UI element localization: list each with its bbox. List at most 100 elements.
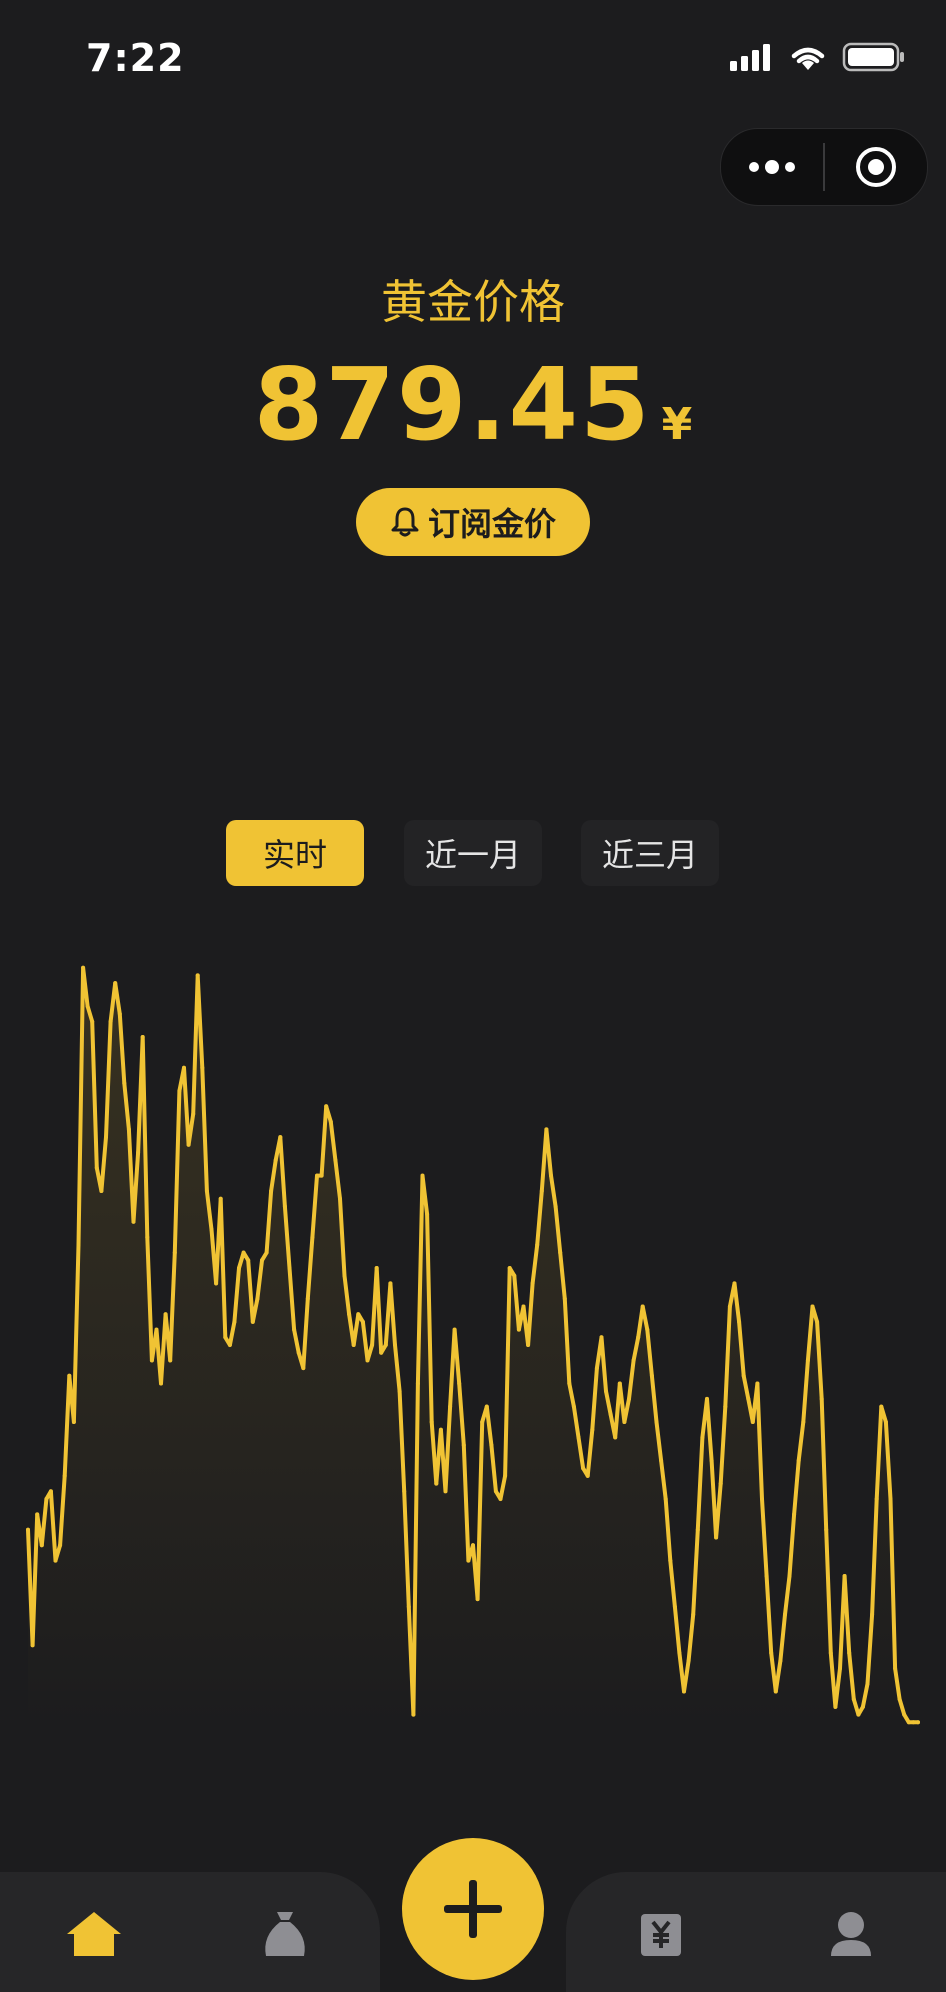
chart-point [535, 1242, 540, 1247]
chart-point [714, 1535, 719, 1540]
chart-point [452, 1327, 457, 1332]
chart-point [388, 1281, 393, 1286]
home-icon[interactable] [64, 1910, 124, 1956]
chart-point [131, 1219, 136, 1224]
chart-point [649, 1373, 654, 1378]
more-button[interactable] [721, 129, 823, 205]
chart-point [604, 1389, 608, 1394]
subscribe-button[interactable]: 订阅金价 [356, 488, 590, 556]
chart-point [838, 1666, 842, 1671]
chart-point [764, 1574, 769, 1578]
chart-point [223, 1335, 228, 1340]
user-icon[interactable] [828, 1910, 874, 1956]
chart-point [122, 1081, 127, 1086]
chart-point [750, 1420, 755, 1424]
chart-point [636, 1335, 641, 1340]
chart-point [209, 1227, 214, 1232]
chart-point [406, 1604, 411, 1609]
chart-point [333, 1158, 338, 1163]
chart-point [71, 1420, 76, 1424]
chart-point [805, 1358, 810, 1363]
chart-point [200, 1065, 205, 1070]
chart-point [420, 1173, 425, 1178]
chart-point [58, 1543, 63, 1548]
chart-point [438, 1427, 443, 1432]
tab-realtime[interactable]: 实时 [226, 820, 364, 886]
chart-point [159, 1381, 163, 1386]
chart-point [461, 1443, 466, 1448]
chart-point [35, 1512, 40, 1517]
chart-point [787, 1574, 792, 1578]
chart-point [204, 1189, 209, 1193]
chart-point [94, 1165, 99, 1170]
chart-point [801, 1420, 806, 1424]
chart-point [172, 1250, 177, 1255]
chart-point [393, 1343, 397, 1347]
chart-point [860, 1704, 865, 1709]
chart-point [186, 1142, 191, 1147]
chart-point [695, 1527, 700, 1532]
chart-point [360, 1319, 365, 1324]
chart-point [39, 1543, 44, 1548]
chart-point [466, 1558, 471, 1563]
chart-point [539, 1189, 544, 1193]
chart-point [287, 1266, 292, 1270]
chart-point [617, 1381, 622, 1386]
nav-left-panel [0, 1872, 380, 1992]
chart-point [544, 1127, 549, 1132]
tab-last-month[interactable]: 近一月 [404, 820, 542, 886]
chart-point [273, 1158, 278, 1163]
chart-point [163, 1312, 168, 1317]
chart-point [581, 1466, 586, 1471]
chart-point [691, 1612, 696, 1617]
chart-point [117, 1011, 122, 1016]
chart-point [585, 1473, 590, 1478]
chart-point [773, 1689, 778, 1694]
chart-point [282, 1204, 287, 1209]
chart-point [810, 1304, 815, 1309]
chart-point [516, 1327, 521, 1332]
chart-point [622, 1420, 627, 1424]
chart-point [828, 1651, 833, 1655]
chart-point [833, 1704, 838, 1709]
chart-point [888, 1497, 893, 1501]
chart-point [911, 1720, 916, 1725]
chart-point [177, 1088, 182, 1093]
chart-point [608, 1412, 613, 1417]
chart-point [769, 1651, 774, 1655]
chart-point [425, 1212, 430, 1217]
money-bag-icon[interactable] [260, 1910, 310, 1956]
yuan-receipt-icon[interactable] [638, 1910, 684, 1956]
chart-point [484, 1404, 489, 1409]
chart-point [269, 1189, 274, 1193]
chart-point [264, 1250, 269, 1255]
chart-point [594, 1366, 599, 1371]
chart-point [383, 1343, 388, 1347]
chart-point [906, 1720, 911, 1725]
chart-point [668, 1558, 673, 1563]
chart-point [879, 1404, 884, 1409]
chart-point [260, 1258, 264, 1263]
tab-last-three-months[interactable]: 近三月 [581, 820, 719, 886]
chart-point [374, 1266, 379, 1270]
price-chart [26, 965, 920, 1730]
chart-point [705, 1396, 709, 1401]
chart-point [113, 981, 118, 986]
chart-point [365, 1358, 370, 1363]
chart-point [847, 1651, 852, 1655]
chart-point [250, 1319, 255, 1324]
chart-point [686, 1658, 691, 1663]
add-button[interactable] [402, 1838, 544, 1980]
chart-point [856, 1712, 861, 1717]
chart-point [126, 1127, 131, 1132]
chart-point [30, 1643, 35, 1648]
chart-point [305, 1296, 310, 1301]
chart-point [737, 1319, 742, 1324]
chart-point [916, 1720, 920, 1725]
chart-point [140, 1035, 145, 1039]
close-miniprogram-button[interactable] [825, 129, 927, 205]
more-dots-icon [749, 160, 795, 174]
page-title: 黄金价格 [381, 275, 565, 329]
chart-point [783, 1612, 787, 1617]
chart-point [429, 1420, 434, 1424]
